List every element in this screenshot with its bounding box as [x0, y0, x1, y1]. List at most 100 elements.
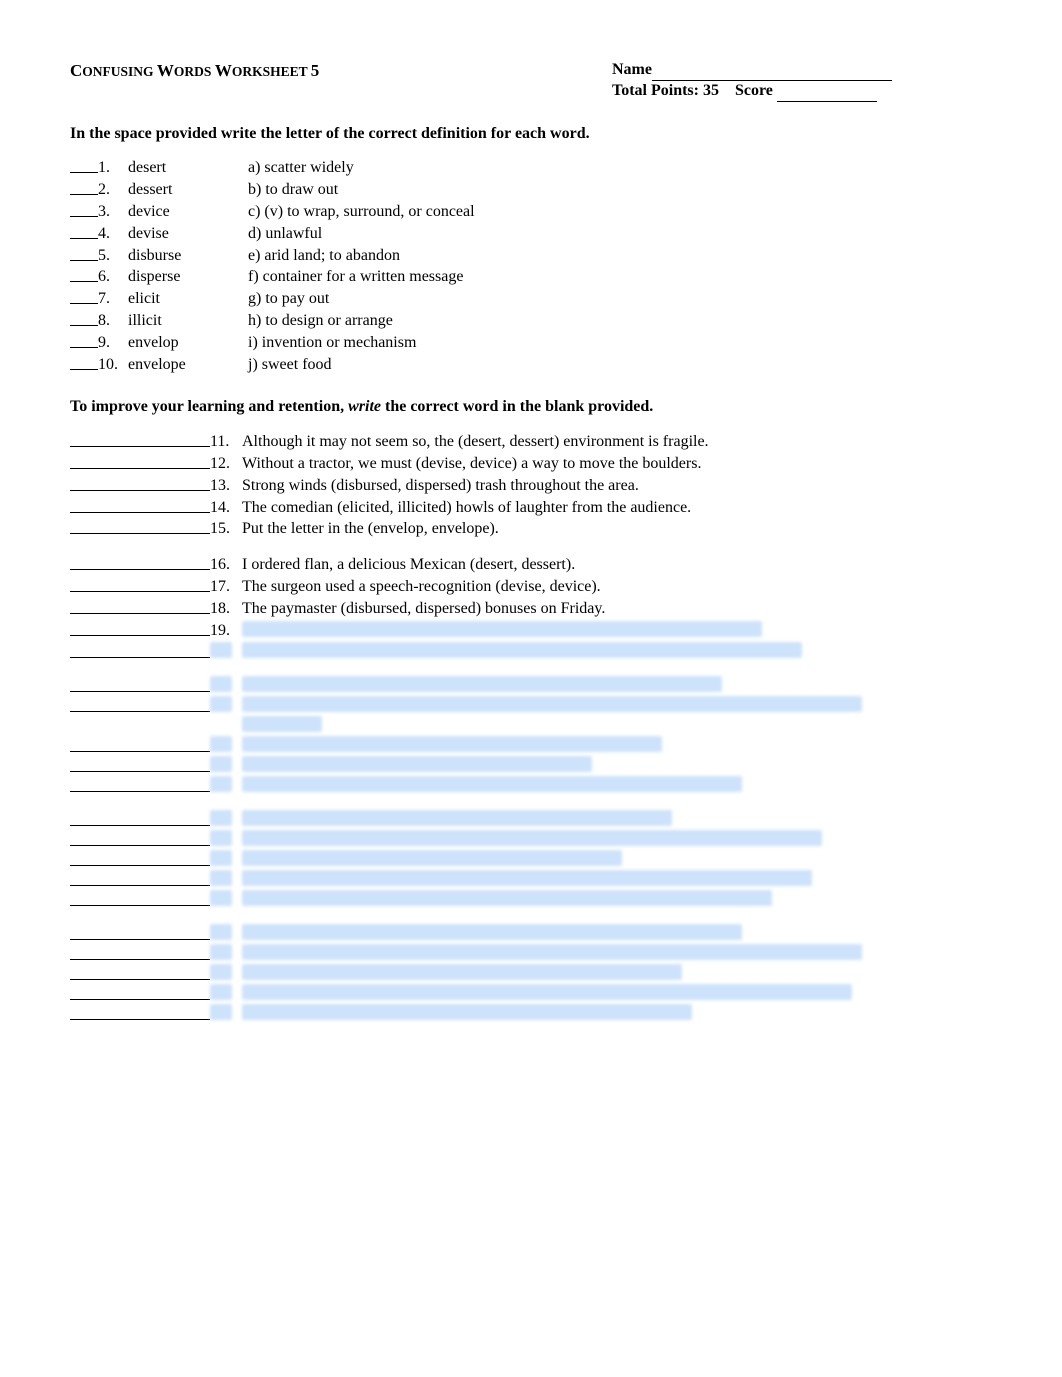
item-number: 11.: [210, 432, 242, 453]
vocab-word: envelop: [128, 333, 248, 354]
redacted-row: [70, 676, 992, 692]
item-number: 8.: [98, 311, 128, 332]
answer-blank[interactable]: [70, 355, 98, 370]
redacted-row: [70, 870, 992, 886]
answer-blank[interactable]: [70, 621, 210, 636]
item-number: 15.: [210, 519, 242, 540]
score-label: Score: [735, 82, 777, 99]
item-number: 17.: [210, 577, 242, 598]
name-score-block: Name Total Points: 35 Score: [612, 60, 992, 102]
redacted-number: [210, 696, 232, 712]
redacted-group-3: [70, 676, 992, 792]
answer-blank[interactable]: [70, 831, 210, 846]
answer-blank[interactable]: [70, 965, 210, 980]
redacted-row: [70, 810, 992, 826]
answer-blank[interactable]: [70, 519, 210, 534]
question-text: Without a tractor, we must (devise, devi…: [242, 454, 701, 475]
answer-blank[interactable]: [70, 697, 210, 712]
answer-blank[interactable]: [70, 811, 210, 826]
answer-blank[interactable]: [70, 599, 210, 614]
redacted-text: [242, 696, 862, 712]
question-row: 17.The surgeon used a speech-recognition…: [70, 577, 992, 598]
item-number: 5.: [98, 246, 128, 267]
answer-blank[interactable]: [70, 555, 210, 570]
question-row: 15.Put the letter in the (envelop, envel…: [70, 519, 992, 540]
instructions-2-post: the correct word in the blank provided.: [381, 398, 653, 415]
redacted-text: [242, 1004, 692, 1020]
answer-blank[interactable]: [70, 498, 210, 513]
redacted-number: [210, 850, 232, 866]
match-row: 10.envelopej) sweet food: [70, 355, 992, 376]
redacted-row: [70, 642, 992, 658]
answer-blank[interactable]: [70, 289, 98, 304]
vocab-word: desert: [128, 158, 248, 179]
redacted-number: [210, 890, 232, 906]
redacted-text: [242, 964, 682, 980]
item-number: 1.: [98, 158, 128, 179]
answer-blank[interactable]: [70, 432, 210, 447]
answer-blank[interactable]: [70, 891, 210, 906]
answer-blank[interactable]: [70, 180, 98, 195]
definition: j) sweet food: [248, 355, 332, 376]
answer-blank[interactable]: [70, 677, 210, 692]
match-row: 1.deserta) scatter widely: [70, 158, 992, 179]
match-row: 9.envelopi) invention or mechanism: [70, 333, 992, 354]
redacted-row: [70, 924, 992, 940]
item-number: 13.: [210, 476, 242, 497]
definition: c) (v) to wrap, surround, or conceal: [248, 202, 475, 223]
redacted-number: [210, 870, 232, 886]
answer-blank[interactable]: [70, 925, 210, 940]
answer-blank[interactable]: [70, 158, 98, 173]
answer-blank[interactable]: [70, 945, 210, 960]
redacted-group-4: [70, 810, 992, 906]
answer-blank[interactable]: [70, 267, 98, 282]
match-row: 7.elicitg) to pay out: [70, 289, 992, 310]
fill-in-group-2: 16.I ordered flan, a delicious Mexican (…: [70, 555, 992, 658]
matching-list: 1.deserta) scatter widely 2.dessertb) to…: [70, 158, 992, 375]
redacted-number: [210, 964, 232, 980]
redacted-row: [70, 850, 992, 866]
answer-blank[interactable]: [70, 224, 98, 239]
answer-blank[interactable]: [70, 777, 210, 792]
answer-blank[interactable]: [70, 757, 210, 772]
redacted-number: [210, 944, 232, 960]
answer-blank[interactable]: [70, 851, 210, 866]
answer-blank[interactable]: [70, 737, 210, 752]
answer-blank[interactable]: [70, 1005, 210, 1020]
redacted-number: [210, 810, 232, 826]
definition: d) unlawful: [248, 224, 322, 245]
vocab-word: envelope: [128, 355, 248, 376]
match-row: 3.devicec) (v) to wrap, surround, or con…: [70, 202, 992, 223]
answer-blank[interactable]: [70, 454, 210, 469]
question-text: I ordered flan, a delicious Mexican (des…: [242, 555, 575, 576]
score-line: Total Points: 35 Score: [612, 81, 992, 102]
redacted-text: [242, 716, 322, 732]
answer-blank[interactable]: [70, 476, 210, 491]
question-row: 18.The paymaster (disbursed, dispersed) …: [70, 599, 992, 620]
answer-blank[interactable]: [70, 246, 98, 261]
definition: b) to draw out: [248, 180, 338, 201]
redacted-row: [70, 964, 992, 980]
answer-blank[interactable]: [70, 311, 98, 326]
redacted-row: [70, 1004, 992, 1020]
answer-blank[interactable]: [70, 577, 210, 592]
vocab-word: devise: [128, 224, 248, 245]
vocab-word: dessert: [128, 180, 248, 201]
worksheet-title: CONFUSING WORDS WORKSHEET 5: [70, 60, 319, 82]
question-row: 16.I ordered flan, a delicious Mexican (…: [70, 555, 992, 576]
answer-blank[interactable]: [70, 985, 210, 1000]
redacted-text: [242, 621, 762, 637]
name-blank[interactable]: [652, 66, 892, 81]
definition: a) scatter widely: [248, 158, 354, 179]
answer-blank[interactable]: [70, 202, 98, 217]
redacted-text: [242, 944, 862, 960]
name-label: Name: [612, 61, 652, 78]
definition: i) invention or mechanism: [248, 333, 416, 354]
item-number: 2.: [98, 180, 128, 201]
answer-blank[interactable]: [70, 871, 210, 886]
redacted-number: [210, 924, 232, 940]
instructions-2-emph: write: [348, 398, 381, 415]
answer-blank[interactable]: [70, 643, 210, 658]
score-blank[interactable]: [777, 87, 877, 102]
answer-blank[interactable]: [70, 333, 98, 348]
